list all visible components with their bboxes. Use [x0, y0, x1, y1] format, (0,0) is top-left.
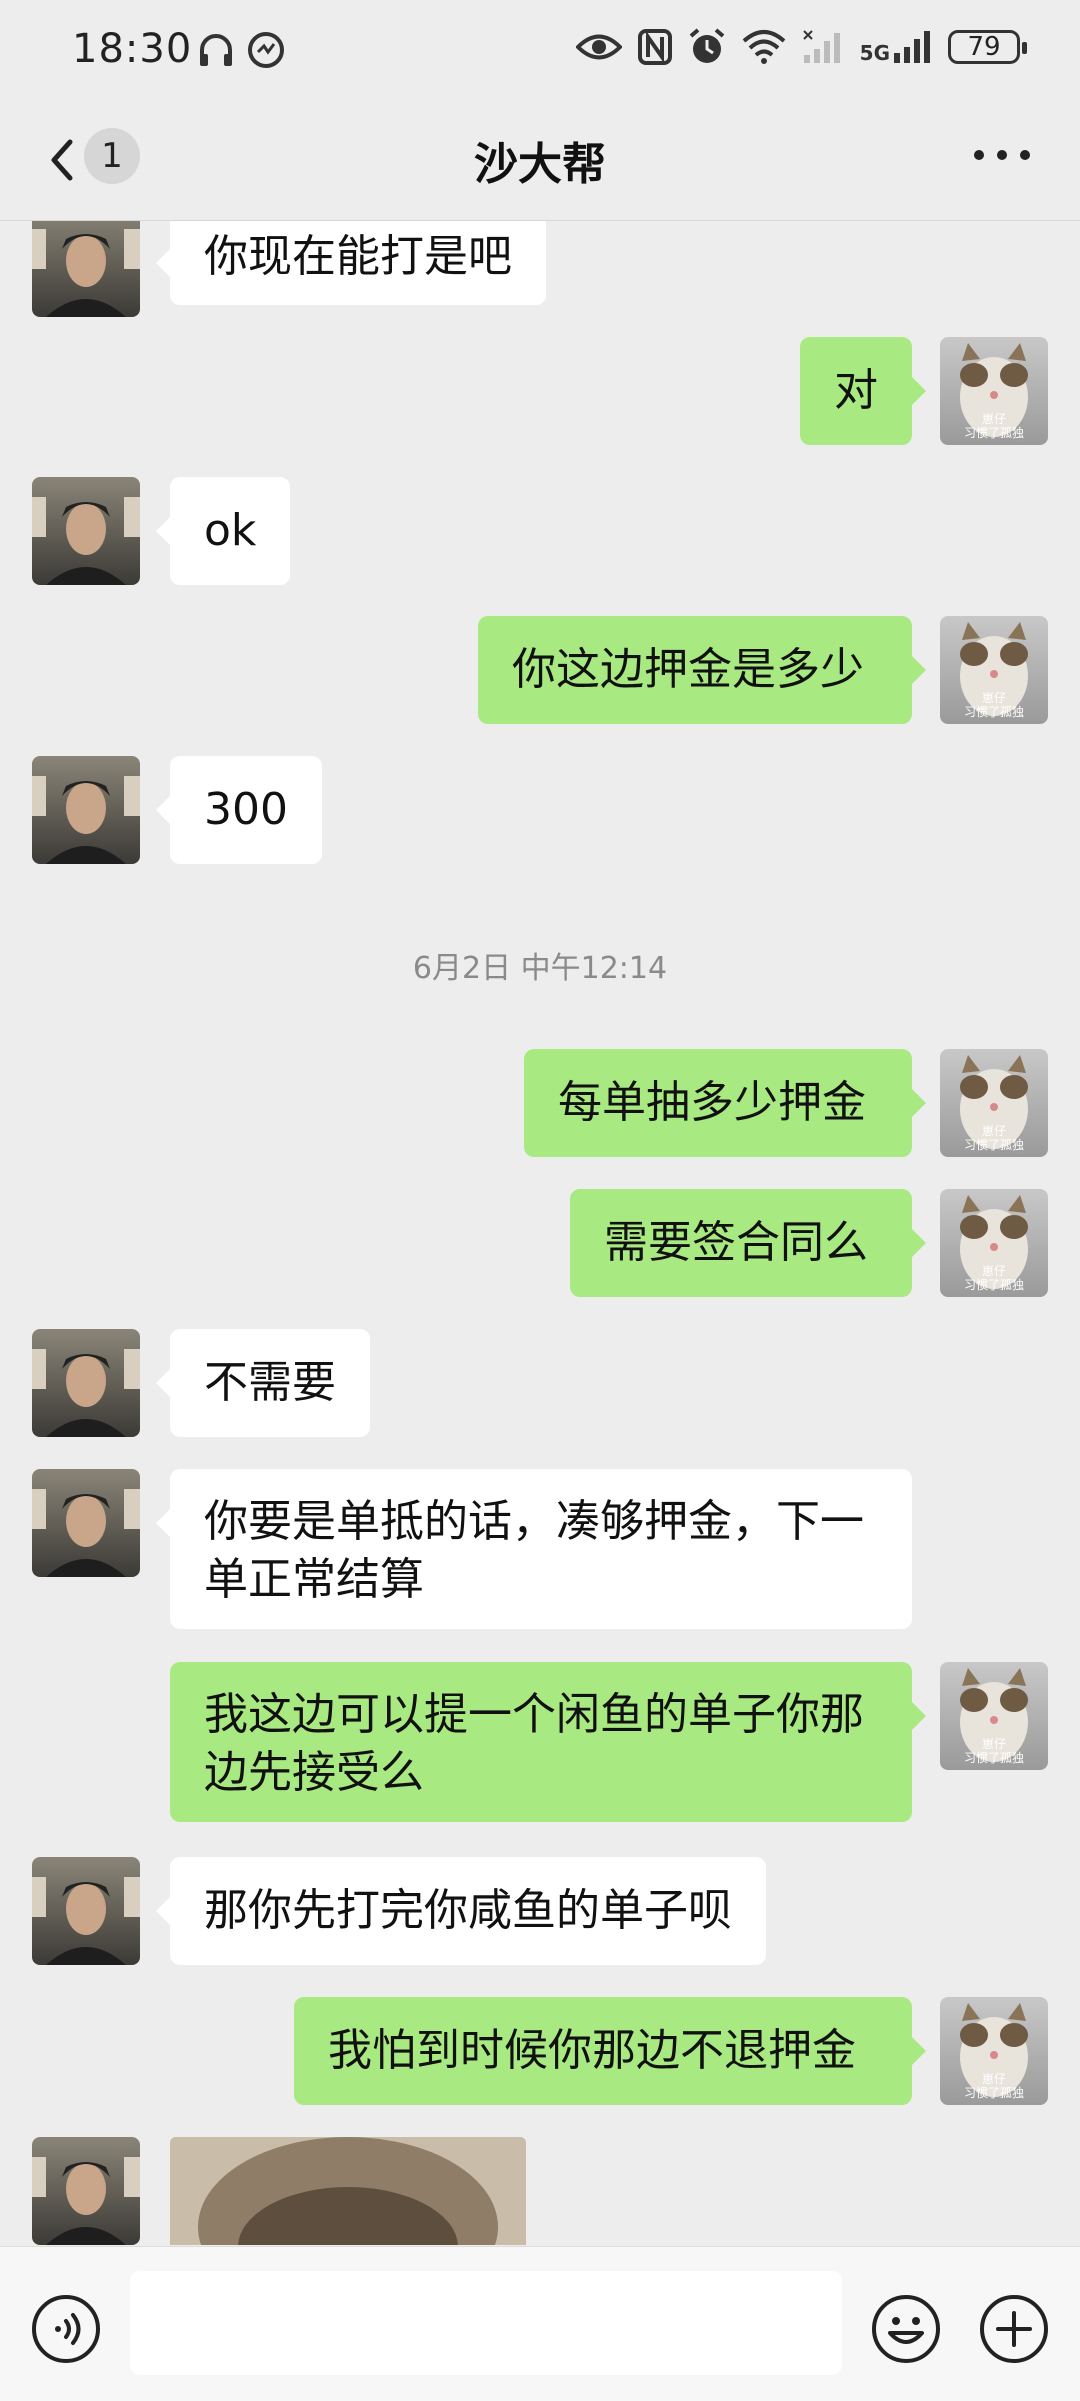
message-text: 那你先打完你咸鱼的单子呗: [204, 1885, 732, 1936]
avatar-caption: 崽仔: [982, 412, 1006, 426]
avatar-caption: 习惯了孤独: [964, 1137, 1024, 1152]
speed-icon: [248, 32, 284, 68]
self-avatar[interactable]: 崽仔 习惯了孤独: [940, 337, 1048, 445]
message-bubble-incoming[interactable]: 不需要: [156, 1329, 370, 1437]
contact-avatar[interactable]: [32, 1857, 140, 1965]
message-input-bar: [0, 2246, 1080, 2401]
message-text: 你要是单抵的话，凑够押金，下一单正常结算: [204, 1496, 864, 1605]
avatar-caption: 崽仔: [982, 1264, 1006, 1278]
message-bubble-outgoing[interactable]: 我这边可以提一个闲鱼的单子你那边先接受么: [170, 1662, 926, 1822]
message-bubble-outgoing[interactable]: 每单抽多少押金: [524, 1049, 926, 1157]
signal-5g: 5G: [860, 29, 932, 65]
eye-icon: [575, 34, 622, 60]
battery-indicator: 79: [948, 30, 1027, 64]
avatar-caption: 习惯了孤独: [964, 425, 1024, 440]
network-type: 5G: [859, 41, 890, 65]
message-bubble-outgoing[interactable]: 我怕到时候你那边不退押金: [294, 1997, 926, 2105]
message-list[interactable]: 你现在能打是吧 对 崽仔 习惯了孤独 ok 你这边押金是多少 崽仔 习惯了孤独 30…: [0, 221, 1080, 2245]
alarm-icon: [689, 28, 724, 63]
contact-avatar[interactable]: [32, 1469, 140, 1577]
message-text: 对: [834, 365, 878, 416]
contact-avatar[interactable]: [32, 2137, 140, 2245]
message-bubble-outgoing[interactable]: 对: [800, 337, 926, 445]
avatar-caption: 习惯了孤独: [964, 2085, 1024, 2100]
avatar-caption: 崽仔: [982, 691, 1006, 705]
status-left-icons: [196, 30, 286, 70]
message-text: 你现在能打是吧: [204, 231, 512, 282]
self-avatar[interactable]: 崽仔 习惯了孤独: [940, 1997, 1048, 2105]
message-bubble-incoming[interactable]: ok: [155, 477, 291, 585]
avatar-caption: 崽仔: [982, 1737, 1006, 1751]
self-avatar[interactable]: 崽仔 习惯了孤独: [940, 1049, 1048, 1157]
message-bubble-incoming[interactable]: 那你先打完你咸鱼的单子呗: [156, 1857, 766, 1965]
avatar-caption: 习惯了孤独: [964, 1750, 1024, 1765]
self-avatar[interactable]: 崽仔 习惯了孤独: [940, 1189, 1048, 1297]
self-avatar[interactable]: 崽仔 习惯了孤独: [940, 616, 1048, 724]
chat-header: 1 沙大帮: [0, 100, 1080, 221]
message-bubble-incoming[interactable]: 你要是单抵的话，凑够押金，下一单正常结算: [156, 1469, 912, 1629]
contact-avatar[interactable]: [32, 221, 140, 317]
more-options-icon[interactable]: [974, 150, 1030, 164]
status-right-icons: 5G 79: [575, 28, 1027, 66]
voice-input-icon[interactable]: [30, 2293, 102, 2365]
contact-avatar[interactable]: [32, 1329, 140, 1437]
message-text: 我这边可以提一个闲鱼的单子你那边先接受么: [204, 1689, 864, 1798]
wifi-icon: [742, 30, 785, 64]
status-bar: 18:30 5G 79: [0, 0, 1080, 100]
headphones-icon: [200, 34, 232, 66]
message-input[interactable]: [130, 2271, 842, 2375]
message-text: ok: [204, 505, 257, 556]
signal-weak-icon: [802, 30, 840, 63]
message-text: 每单抽多少押金: [558, 1077, 866, 1128]
message-bubble-outgoing[interactable]: 你这边押金是多少: [478, 616, 926, 724]
message-text: 需要签合同么: [604, 1217, 868, 1268]
avatar-caption: 习惯了孤独: [964, 704, 1024, 719]
plus-icon[interactable]: [978, 2293, 1050, 2365]
chat-title: 沙大帮: [474, 139, 606, 190]
message-bubble-incoming[interactable]: 你现在能打是吧: [156, 221, 546, 305]
avatar-caption: 习惯了孤独: [964, 1277, 1024, 1292]
contact-avatar[interactable]: [32, 477, 140, 585]
contact-avatar[interactable]: [32, 756, 140, 864]
message-bubble-outgoing[interactable]: 需要签合同么: [570, 1189, 926, 1297]
battery-level: 79: [967, 32, 1001, 62]
signal-strong-icon: [894, 31, 930, 63]
message-text: 你这边押金是多少: [512, 644, 864, 695]
message-text: 不需要: [204, 1357, 336, 1408]
nfc-icon: [637, 29, 672, 65]
avatar-caption: 崽仔: [982, 1124, 1006, 1138]
message-bubble-incoming[interactable]: 300: [156, 756, 322, 864]
message-text: 300: [204, 784, 288, 835]
message-text: 我怕到时候你那边不退押金: [328, 2025, 856, 2076]
avatar-caption: 崽仔: [982, 2072, 1006, 2086]
emoji-icon[interactable]: [870, 2293, 942, 2365]
self-avatar[interactable]: 崽仔 习惯了孤独: [940, 1662, 1048, 1770]
image-message[interactable]: [170, 2137, 526, 2245]
status-time: 18:30: [72, 26, 193, 72]
message-timestamp: 6月2日 中午12:14: [412, 951, 668, 986]
